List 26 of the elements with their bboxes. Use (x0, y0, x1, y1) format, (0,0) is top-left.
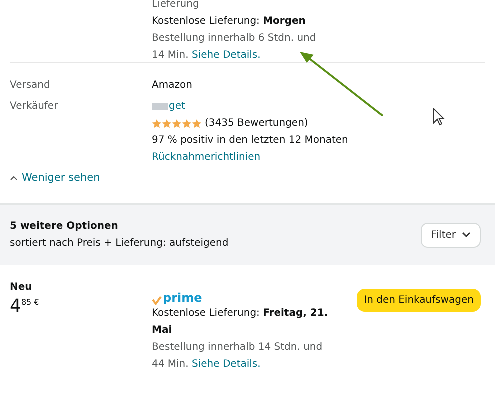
options-title: 5 weitere Optionen (10, 220, 120, 234)
filter-button[interactable]: Filter (421, 222, 481, 248)
condition-text: Neu (10, 281, 34, 295)
mouse-cursor-icon (433, 108, 445, 126)
delivery-date-text: Kostenlose Lieferung: Morgen (152, 15, 307, 29)
delivery-date-text: Kostenlose Lieferung: Freitag, 21. Mai (152, 307, 330, 338)
show-less-link[interactable]: Weniger sehen (10, 172, 485, 184)
chevron-icon (462, 232, 471, 238)
detail-label: Versand (10, 79, 52, 93)
caret-icon (10, 175, 18, 181)
seller-link[interactable]: get (169, 98, 186, 115)
details-link[interactable]: Siehe Details. (192, 50, 261, 61)
positive-text: 97 % positiv in den letzten 12 Monaten (152, 134, 348, 148)
add-to-cart-button[interactable]: In den Einkaufswagen (357, 289, 481, 312)
prime-logo: prime (163, 291, 202, 305)
redaction-block (152, 103, 168, 110)
detail-value: Amazon (152, 80, 192, 91)
returns-link[interactable]: Rücknahmerichtlinien (152, 152, 261, 163)
order-deadline-text: Bestellung innerhalb 14 Stdn. und 44 Min. Siehe Details. (152, 341, 324, 372)
sort-text: sortiert nach Preis + Lieferung: aufsteigend (10, 237, 229, 251)
ratings-count: (3435 Bewertungen) (205, 117, 308, 131)
check-icon (152, 296, 162, 305)
order-deadline-text: Bestellung innerhalb 6 Stdn. und 14 Min. Siehe Details. (152, 32, 318, 63)
detail-label: Verkäufer (10, 100, 60, 114)
price: 4$^{85 €}$ (10, 296, 40, 318)
details-link[interactable]: Siehe Details. (192, 359, 261, 370)
